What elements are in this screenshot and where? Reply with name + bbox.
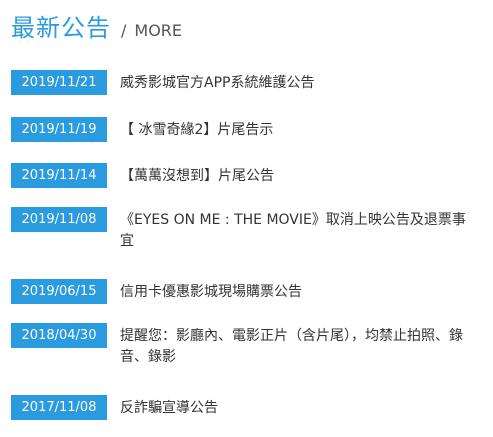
announcement-title[interactable]: 信用卡優惠影城現場購票公告 [120,282,470,303]
announcement-title[interactable]: 【萬萬沒想到】片尾公告 [120,166,470,187]
announcement-date[interactable]: 2019/11/19 [11,117,107,142]
section-title: 最新公告 [11,14,111,42]
header-separator: / [121,21,127,40]
announcement-title[interactable]: 反詐騙宣導公告 [120,398,470,419]
announcement-date[interactable]: 2019/11/08 [11,207,107,232]
announcement-date[interactable]: 2019/11/14 [11,163,107,188]
more-link[interactable]: MORE [134,21,182,40]
announcement-date[interactable]: 2019/06/15 [11,279,107,304]
announcement-date[interactable]: 2018/04/30 [11,323,107,348]
announcement-title[interactable]: 《EYES ON ME : THE MOVIE》取消上映公告及退票事宜 [120,210,470,252]
section-header: 最新公告 / MORE [11,8,182,44]
announcement-title[interactable]: 提醒您：影廳內、電影正片（含片尾），均禁止拍照、錄音、錄影 [120,326,470,368]
announcement-title[interactable]: 【 冰雪奇緣2】片尾告示 [120,120,470,141]
announcement-date[interactable]: 2017/11/08 [11,395,107,420]
announcement-title[interactable]: 威秀影城官方APP系統維護公告 [120,73,470,94]
announcement-date[interactable]: 2019/11/21 [11,70,107,95]
